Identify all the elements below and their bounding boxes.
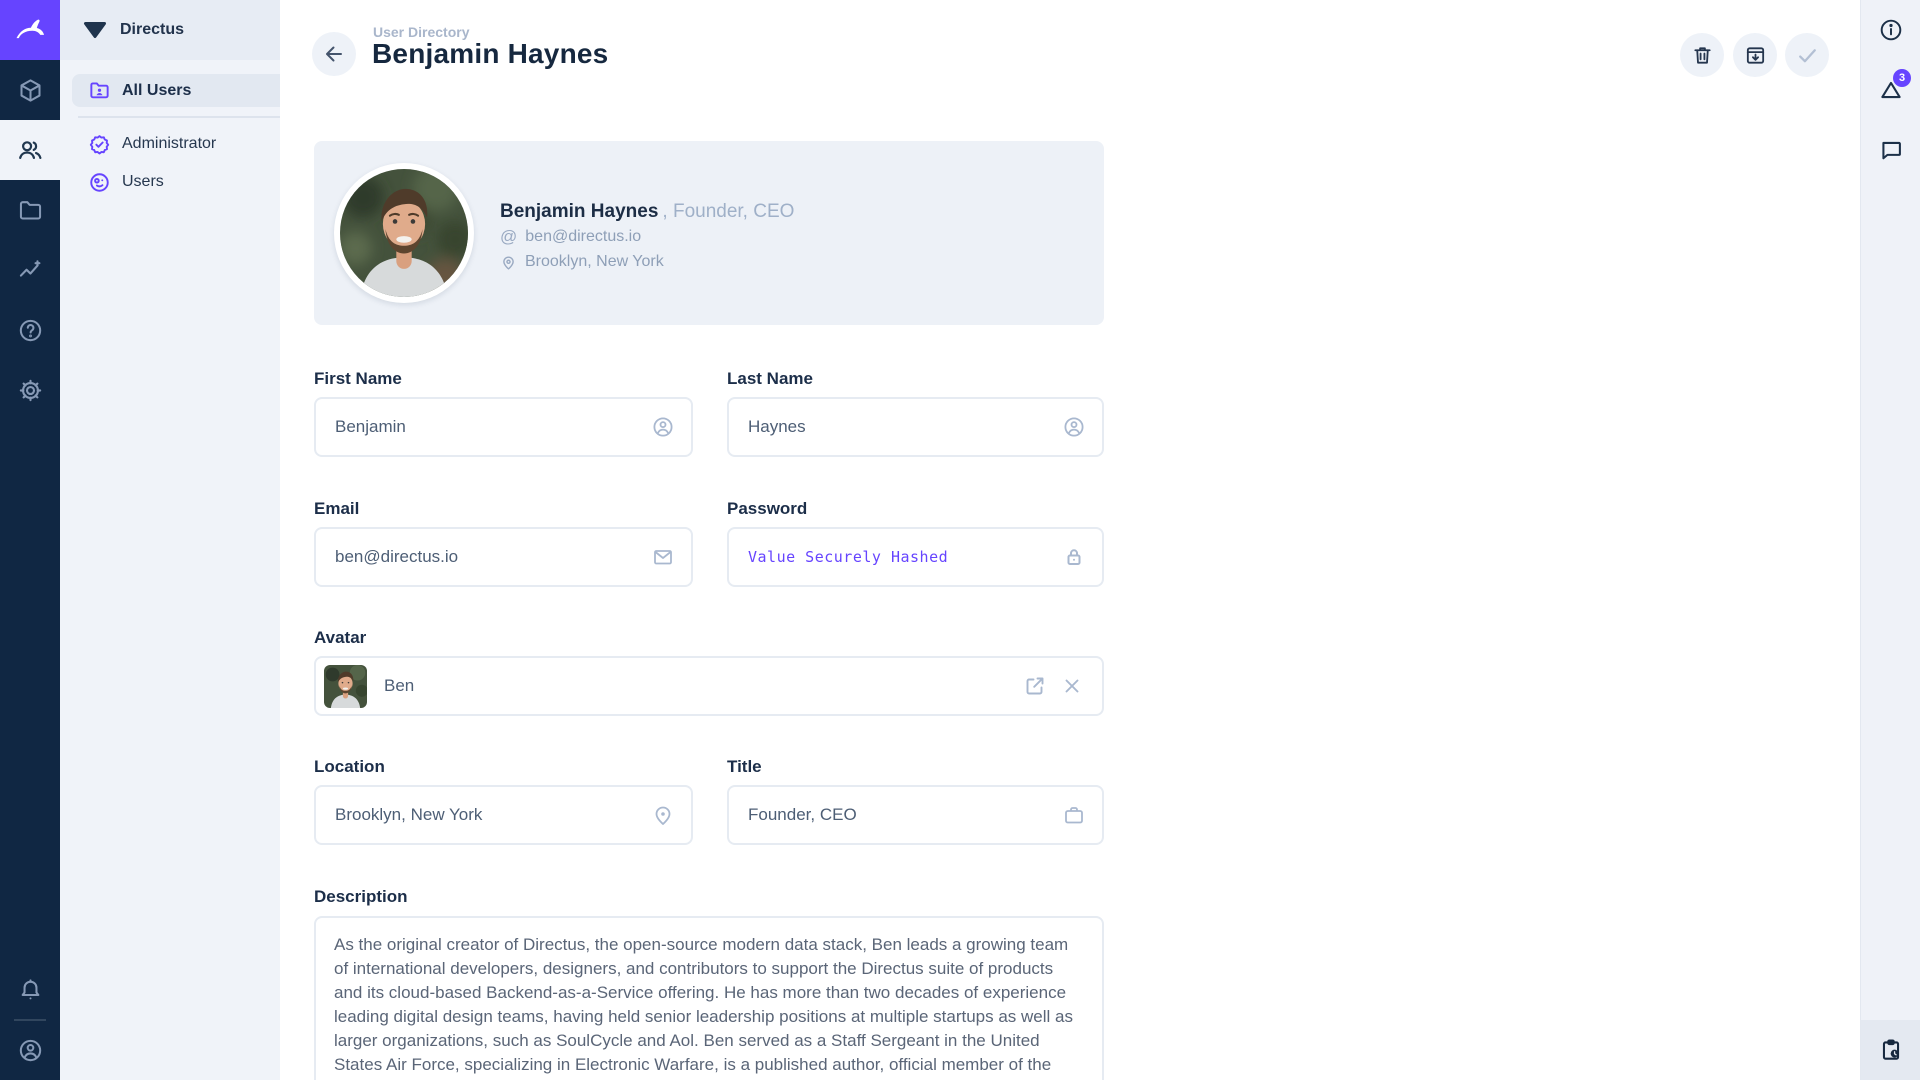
archive-button[interactable] xyxy=(1733,33,1777,77)
user-summary-card: Benjamin Haynes, Founder, CEO @ ben@dire… xyxy=(314,141,1104,325)
module-settings[interactable] xyxy=(0,360,60,420)
lock-icon xyxy=(1062,545,1086,569)
page-title: Benjamin Haynes xyxy=(372,38,608,70)
card-user-name: Benjamin Haynes xyxy=(500,201,658,222)
info-icon xyxy=(1878,17,1904,43)
pin-icon xyxy=(500,254,517,271)
activity-icon xyxy=(17,257,44,284)
avatar-photo xyxy=(340,169,468,297)
card-user-info: Benjamin Haynes, Founder, CEO @ ben@dire… xyxy=(500,200,794,274)
notification-count-badge: 3 xyxy=(1893,69,1911,87)
password-field xyxy=(727,527,1104,587)
project-name: Directus xyxy=(120,21,184,39)
current-user-button[interactable] xyxy=(0,1020,60,1080)
avatar[interactable] xyxy=(334,163,474,303)
clipboard-clock-icon xyxy=(1878,1037,1904,1063)
avatar-file-name: Ben xyxy=(384,676,1023,696)
module-content[interactable] xyxy=(0,60,60,120)
module-help[interactable] xyxy=(0,300,60,360)
password-label: Password xyxy=(727,499,807,519)
arrow-left-icon xyxy=(322,42,346,66)
location-input[interactable] xyxy=(316,805,691,825)
location-field xyxy=(314,785,693,845)
avatar-field[interactable]: Ben xyxy=(314,656,1104,716)
title-label: Title xyxy=(727,757,762,777)
cube-icon xyxy=(17,77,44,104)
email-field xyxy=(314,527,693,587)
description-field[interactable]: As the original creator of Directus, the… xyxy=(314,916,1104,1080)
email-label: Email xyxy=(314,499,359,519)
project-logo-icon xyxy=(82,19,108,41)
email-input[interactable] xyxy=(316,547,691,567)
last-name-input[interactable] xyxy=(729,417,1102,437)
card-user-location: Brooklyn, New York xyxy=(525,250,664,274)
comment-icon xyxy=(1878,137,1904,163)
module-users[interactable] xyxy=(0,120,60,180)
card-user-email: ben@directus.io xyxy=(525,225,641,249)
first-name-label: First Name xyxy=(314,369,402,389)
check-icon xyxy=(1795,43,1820,68)
password-input[interactable] xyxy=(729,548,1102,566)
close-icon[interactable] xyxy=(1060,674,1084,698)
launch-icon[interactable] xyxy=(1023,674,1047,698)
nav-item-label: Administrator xyxy=(122,135,216,153)
title-input[interactable] xyxy=(729,805,1102,825)
at-icon: @ xyxy=(500,225,517,249)
avatar-thumbnail xyxy=(324,665,367,708)
project-title-bar[interactable]: Directus xyxy=(60,0,280,60)
avatar-label: Avatar xyxy=(314,628,366,648)
users-icon xyxy=(16,136,44,164)
description-label: Description xyxy=(314,887,408,907)
briefcase-icon xyxy=(1062,803,1086,827)
location-label: Location xyxy=(314,757,385,777)
description-text: As the original creator of Directus, the… xyxy=(334,933,1082,1080)
navigation-sidebar: Directus All Users Administrator xyxy=(60,0,280,1080)
archive-icon xyxy=(1744,44,1767,67)
right-sidebar: 3 xyxy=(1860,0,1920,1080)
first-name-input[interactable] xyxy=(316,417,691,437)
map-pin-icon xyxy=(651,803,675,827)
directus-user-detail-screen: Directus All Users Administrator xyxy=(0,0,1920,1080)
face-circle-icon xyxy=(88,171,111,194)
delete-button[interactable] xyxy=(1680,33,1724,77)
trash-icon xyxy=(1691,44,1714,67)
folder-user-icon xyxy=(88,79,111,102)
title-field xyxy=(727,785,1104,845)
card-user-role: , Founder, CEO xyxy=(662,201,794,222)
module-insights[interactable] xyxy=(0,240,60,300)
directus-logo-button[interactable] xyxy=(0,0,60,60)
module-bar xyxy=(0,0,60,1080)
person-circle-icon xyxy=(17,1037,44,1064)
person-circle-icon xyxy=(651,415,675,439)
revisions-sidebar-button[interactable] xyxy=(1861,1020,1920,1080)
nav-item-label: Users xyxy=(122,173,164,191)
notifications-bell-button[interactable] xyxy=(0,960,60,1020)
last-name-label: Last Name xyxy=(727,369,813,389)
module-files[interactable] xyxy=(0,180,60,240)
rabbit-logo-icon xyxy=(12,12,48,48)
back-button[interactable] xyxy=(312,32,356,76)
last-name-field xyxy=(727,397,1104,457)
first-name-field xyxy=(314,397,693,457)
save-button[interactable] xyxy=(1785,33,1829,77)
main-content: User Directory Benjamin Haynes xyxy=(280,0,1860,1080)
badge-check-icon xyxy=(88,133,111,156)
help-icon xyxy=(17,317,44,344)
person-circle-icon xyxy=(1062,415,1086,439)
notifications-sidebar-button[interactable]: 3 xyxy=(1861,60,1920,120)
gear-icon xyxy=(17,377,44,404)
envelope-icon xyxy=(651,545,675,569)
info-sidebar-button[interactable] xyxy=(1861,0,1920,60)
bell-icon xyxy=(17,977,44,1004)
folder-icon xyxy=(17,197,44,224)
nav-item-label: All Users xyxy=(122,82,191,100)
comments-sidebar-button[interactable] xyxy=(1861,120,1920,180)
